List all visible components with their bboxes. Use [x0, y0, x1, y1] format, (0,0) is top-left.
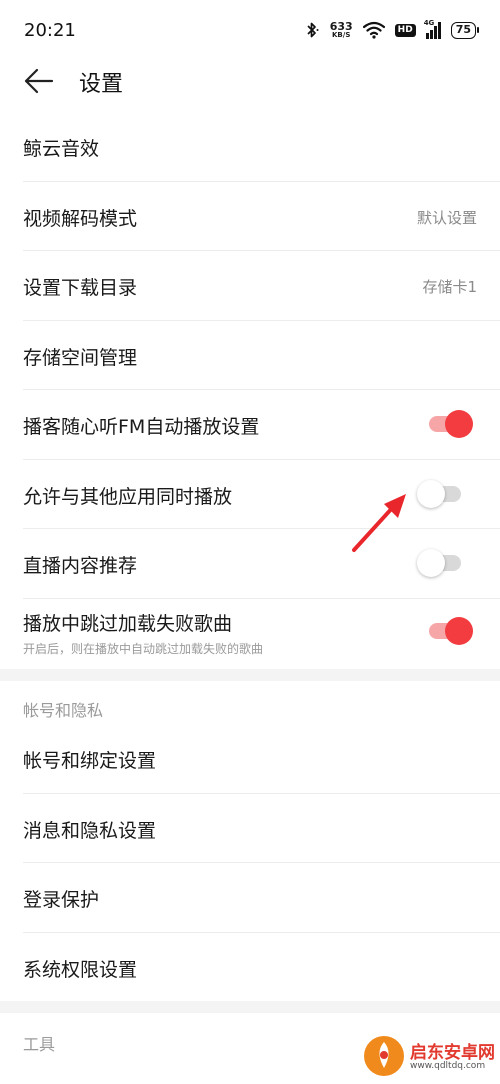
setting-label: 视频解码模式 [23, 208, 138, 230]
setting-label: 直播内容推荐 [23, 555, 138, 577]
wifi-icon [362, 21, 385, 39]
toggle-knob [445, 410, 473, 438]
watermark-logo-icon [364, 1036, 404, 1076]
setting-label: 播放中跳过加载失败歌曲 [23, 613, 233, 635]
setting-jingyun-effect[interactable]: 鲸云音效 [0, 112, 500, 182]
watermark: 启东安卓网 www.qdltdq.com [362, 1032, 495, 1080]
section-header-account: 帐号和隐私 [23, 701, 104, 720]
setting-label: 登录保护 [23, 889, 100, 911]
toggle-knob [417, 480, 445, 508]
page-title: 设置 [79, 72, 124, 97]
status-bar: 20:21 633 KB/S HD 4G 75 [0, 0, 500, 60]
setting-account-binding[interactable]: 帐号和绑定设置 [0, 724, 500, 793]
annotation-arrow-icon [352, 494, 406, 552]
signal-icon: 4G [423, 19, 441, 39]
setting-value: 存储卡1 [422, 278, 477, 296]
setting-video-decode[interactable]: 视频解码模式 默认设置 [0, 182, 500, 250]
setting-permissions[interactable]: 系统权限设置 [0, 933, 500, 1001]
setting-label: 系统权限设置 [23, 959, 138, 981]
setting-login-protect[interactable]: 登录保护 [0, 863, 500, 932]
setting-label: 设置下载目录 [23, 277, 138, 299]
podcast-autoplay-toggle[interactable] [427, 410, 473, 438]
setting-label: 鲸云音效 [23, 138, 100, 160]
setting-label: 帐号和绑定设置 [23, 750, 157, 772]
setting-value: 默认设置 [416, 209, 477, 227]
arrow-left-icon[interactable] [22, 64, 56, 98]
allow-simultaneous-toggle[interactable] [417, 480, 463, 508]
setting-description: 开启后，则在播放中自动跳过加载失败的歌曲 [23, 642, 264, 656]
setting-storage[interactable]: 存储空间管理 [0, 321, 500, 389]
setting-label: 存储空间管理 [23, 347, 138, 369]
setting-live-recommend: 直播内容推荐 [0, 529, 500, 598]
battery-level: 75 [455, 22, 471, 36]
watermark-text: 启东安卓网 [410, 1043, 495, 1063]
network-speed-unit: KB/S [332, 31, 351, 39]
battery-icon: 75 [450, 21, 480, 39]
section-gap [0, 1001, 500, 1013]
setting-skip-failed: 播放中跳过加载失败歌曲 开启后，则在播放中自动跳过加载失败的歌曲 [0, 599, 500, 669]
signal-bar [437, 22, 441, 39]
signal-label: 4G [423, 19, 435, 27]
watermark-url: www.qdltdq.com [410, 1061, 486, 1071]
setting-label: 消息和隐私设置 [23, 820, 157, 842]
toggle-knob [417, 549, 445, 577]
setting-podcast-autoplay: 播客随心听FM自动播放设置 [0, 390, 500, 459]
signal-bar [425, 33, 429, 39]
signal-bar [433, 26, 437, 39]
live-recommend-toggle[interactable] [417, 549, 463, 577]
skip-failed-toggle[interactable] [427, 617, 473, 645]
setting-allow-simultaneous: 允许与其他应用同时播放 [0, 460, 500, 528]
hd-badge: HD [394, 23, 416, 37]
setting-privacy[interactable]: 消息和隐私设置 [0, 794, 500, 862]
status-icons: 633 KB/S HD 4G 75 [304, 18, 480, 42]
page-header: 设置 [0, 60, 500, 104]
section-gap [0, 669, 500, 681]
bluetooth-icon [307, 22, 319, 38]
section-header-tools: 工具 [23, 1035, 56, 1054]
signal-bar [429, 30, 433, 39]
toggle-knob [445, 617, 473, 645]
network-speed: 633 KB/S [330, 21, 353, 39]
setting-label: 播客随心听FM自动播放设置 [23, 416, 260, 438]
setting-download-dir[interactable]: 设置下载目录 存储卡1 [0, 251, 500, 320]
status-time: 20:21 [24, 20, 76, 41]
setting-label: 允许与其他应用同时播放 [23, 486, 233, 508]
